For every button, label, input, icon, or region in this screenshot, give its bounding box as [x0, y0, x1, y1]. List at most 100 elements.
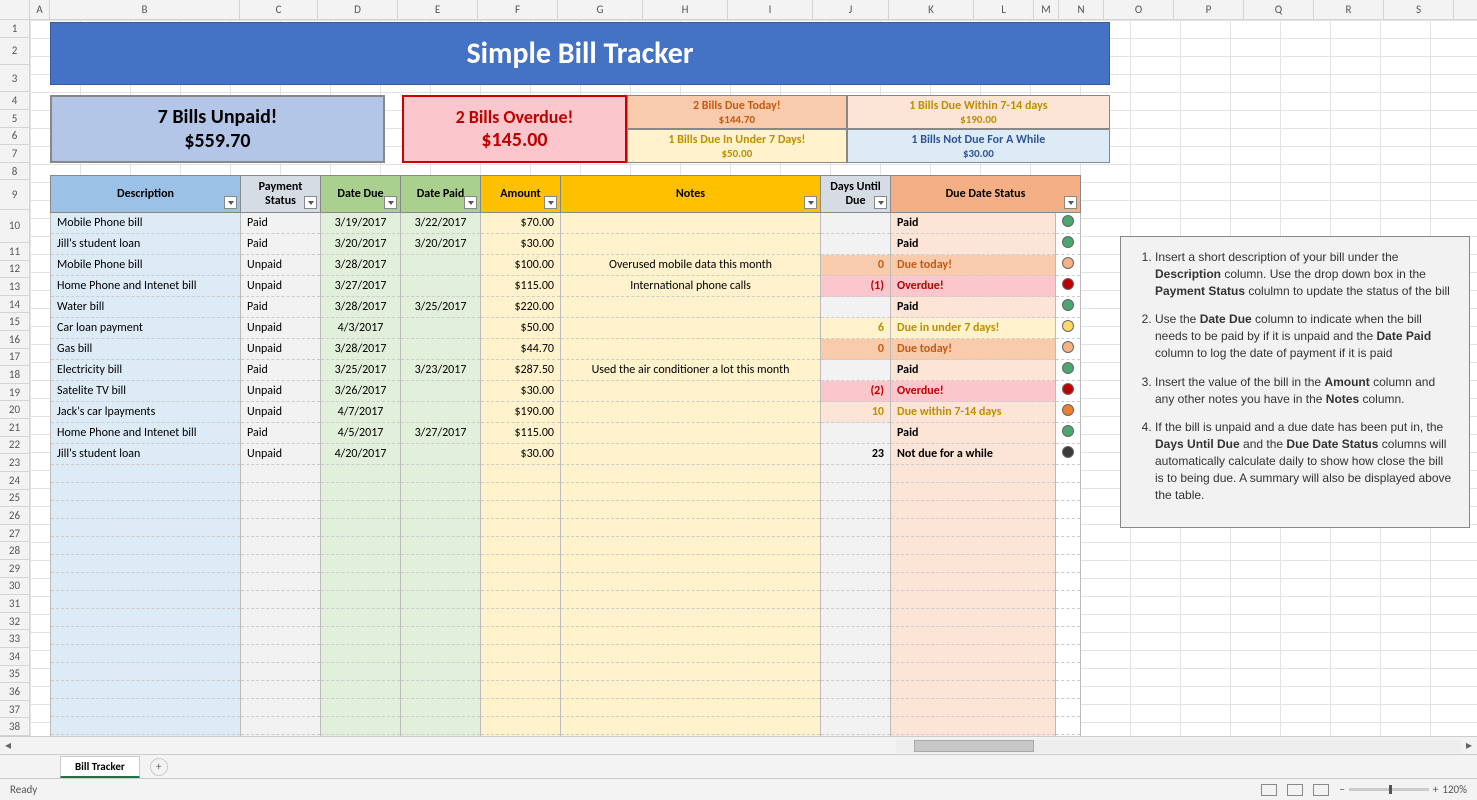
col-header-D[interactable]: D — [318, 0, 398, 19]
row-header-11[interactable]: 11 — [0, 243, 29, 261]
col-header-C[interactable]: C — [240, 0, 318, 19]
cell-notes[interactable] — [561, 318, 821, 339]
cell-description[interactable]: Satelite TV bill — [51, 381, 241, 402]
cell-due-date-status[interactable]: Overdue! — [891, 276, 1056, 297]
cell-date-due[interactable]: 3/28/2017 — [321, 339, 401, 360]
row-header-17[interactable]: 17 — [0, 349, 29, 367]
cell-date-due[interactable]: 3/20/2017 — [321, 234, 401, 255]
cell-description[interactable]: Gas bill — [51, 339, 241, 360]
cell-date-paid[interactable]: 3/20/2017 — [401, 234, 481, 255]
table-row[interactable]: Jack's car lpayments Unpaid 4/7/2017 $19… — [51, 402, 1081, 423]
zoom-out-icon[interactable]: − — [1339, 783, 1344, 796]
row-header-32[interactable]: 32 — [0, 613, 29, 631]
cell-date-paid[interactable] — [401, 339, 481, 360]
bills-table[interactable]: Description Payment Status Date Due Date… — [50, 175, 1081, 736]
cell-date-due[interactable]: 4/20/2017 — [321, 444, 401, 465]
cell-amount[interactable]: $190.00 — [481, 402, 561, 423]
cell-due-date-status[interactable]: Not due for a while — [891, 444, 1056, 465]
col-header-B[interactable]: B — [50, 0, 240, 19]
cell-amount[interactable]: $115.00 — [481, 423, 561, 444]
col-header-G[interactable]: G — [558, 0, 643, 19]
col-header-A[interactable]: A — [30, 0, 50, 19]
cell-due-date-status[interactable]: Paid — [891, 360, 1056, 381]
cell-amount[interactable]: $220.00 — [481, 297, 561, 318]
cell-description[interactable]: Water bill — [51, 297, 241, 318]
row-header-21[interactable]: 21 — [0, 419, 29, 437]
table-row-empty[interactable] — [51, 609, 1081, 627]
cell-notes[interactable] — [561, 402, 821, 423]
row-header-34[interactable]: 34 — [0, 648, 29, 666]
cell-payment-status[interactable]: Paid — [241, 360, 321, 381]
table-row[interactable]: Home Phone and Intenet bill Unpaid 3/27/… — [51, 276, 1081, 297]
cell-days-until-due[interactable]: 23 — [821, 444, 891, 465]
cell-notes[interactable] — [561, 444, 821, 465]
cell-date-due[interactable]: 3/28/2017 — [321, 255, 401, 276]
horizontal-scrollbar[interactable]: ◂ ▸ — [0, 736, 1477, 754]
table-row[interactable]: Car loan payment Unpaid 4/3/2017 $50.00 … — [51, 318, 1081, 339]
cell-date-paid[interactable] — [401, 318, 481, 339]
col-header-E[interactable]: E — [398, 0, 478, 19]
cell-notes[interactable]: Overused mobile data this month — [561, 255, 821, 276]
cell-date-paid[interactable] — [401, 381, 481, 402]
table-row-empty[interactable] — [51, 483, 1081, 501]
cell-date-paid[interactable] — [401, 444, 481, 465]
cell-date-due[interactable]: 3/19/2017 — [321, 213, 401, 234]
cell-days-until-due[interactable]: (2) — [821, 381, 891, 402]
cell-days-until-due[interactable]: 10 — [821, 402, 891, 423]
cell-due-date-status[interactable]: Due today! — [891, 339, 1056, 360]
cell-date-due[interactable]: 3/27/2017 — [321, 276, 401, 297]
table-row-empty[interactable] — [51, 519, 1081, 537]
cell-due-date-status[interactable]: Paid — [891, 213, 1056, 234]
zoom-level[interactable]: 120% — [1442, 783, 1467, 796]
cell-days-until-due[interactable]: 6 — [821, 318, 891, 339]
table-row[interactable]: Electricity bill Paid 3/25/2017 3/23/201… — [51, 360, 1081, 381]
scroll-thumb[interactable] — [914, 740, 1034, 752]
cell-due-date-status[interactable]: Paid — [891, 423, 1056, 444]
row-header-36[interactable]: 36 — [0, 683, 29, 701]
table-row-empty[interactable] — [51, 537, 1081, 555]
filter-icon[interactable] — [464, 196, 477, 209]
row-header-23[interactable]: 23 — [0, 454, 29, 472]
table-row[interactable]: Jill's student loan Unpaid 4/20/2017 $30… — [51, 444, 1081, 465]
cell-amount[interactable]: $50.00 — [481, 318, 561, 339]
scroll-left-icon[interactable]: ◂ — [0, 739, 16, 753]
cell-notes[interactable] — [561, 234, 821, 255]
table-row-empty[interactable] — [51, 681, 1081, 699]
cell-days-until-due[interactable]: 0 — [821, 339, 891, 360]
row-header-38[interactable]: 38 — [0, 718, 29, 736]
table-row[interactable]: Gas bill Unpaid 3/28/2017 $44.70 0 Due t… — [51, 339, 1081, 360]
cell-payment-status[interactable]: Unpaid — [241, 444, 321, 465]
view-normal-icon[interactable] — [1261, 784, 1277, 796]
table-row-empty[interactable] — [51, 735, 1081, 737]
col-notes[interactable]: Notes — [561, 176, 821, 213]
row-header-14[interactable]: 14 — [0, 296, 29, 314]
col-header-F[interactable]: F — [478, 0, 558, 19]
col-date-paid[interactable]: Date Paid — [401, 176, 481, 213]
cell-payment-status[interactable]: Paid — [241, 423, 321, 444]
filter-icon[interactable] — [384, 196, 397, 209]
cell-amount[interactable]: $100.00 — [481, 255, 561, 276]
cell-notes[interactable] — [561, 213, 821, 234]
col-header-L[interactable]: L — [974, 0, 1034, 19]
cell-amount[interactable]: $30.00 — [481, 444, 561, 465]
scroll-right-icon[interactable]: ▸ — [1461, 739, 1477, 753]
row-header-16[interactable]: 16 — [0, 331, 29, 349]
cell-due-date-status[interactable]: Overdue! — [891, 381, 1056, 402]
cell-amount[interactable]: $287.50 — [481, 360, 561, 381]
cell-due-date-status[interactable]: Paid — [891, 234, 1056, 255]
cell-due-date-status[interactable]: Due within 7-14 days — [891, 402, 1056, 423]
row-header-7[interactable]: 7 — [0, 145, 29, 163]
cell-date-due[interactable]: 4/7/2017 — [321, 402, 401, 423]
cell-description[interactable]: Home Phone and Intenet bill — [51, 276, 241, 297]
col-header-J[interactable]: J — [813, 0, 889, 19]
row-header-12[interactable]: 12 — [0, 261, 29, 279]
select-all-corner[interactable] — [0, 0, 30, 19]
cell-payment-status[interactable]: Unpaid — [241, 381, 321, 402]
filter-icon[interactable] — [1064, 196, 1077, 209]
cell-due-date-status[interactable]: Due in under 7 days! — [891, 318, 1056, 339]
cell-description[interactable]: Car loan payment — [51, 318, 241, 339]
cell-amount[interactable]: $115.00 — [481, 276, 561, 297]
row-header-15[interactable]: 15 — [0, 313, 29, 331]
cell-payment-status[interactable]: Unpaid — [241, 276, 321, 297]
zoom-in-icon[interactable]: + — [1433, 783, 1438, 796]
